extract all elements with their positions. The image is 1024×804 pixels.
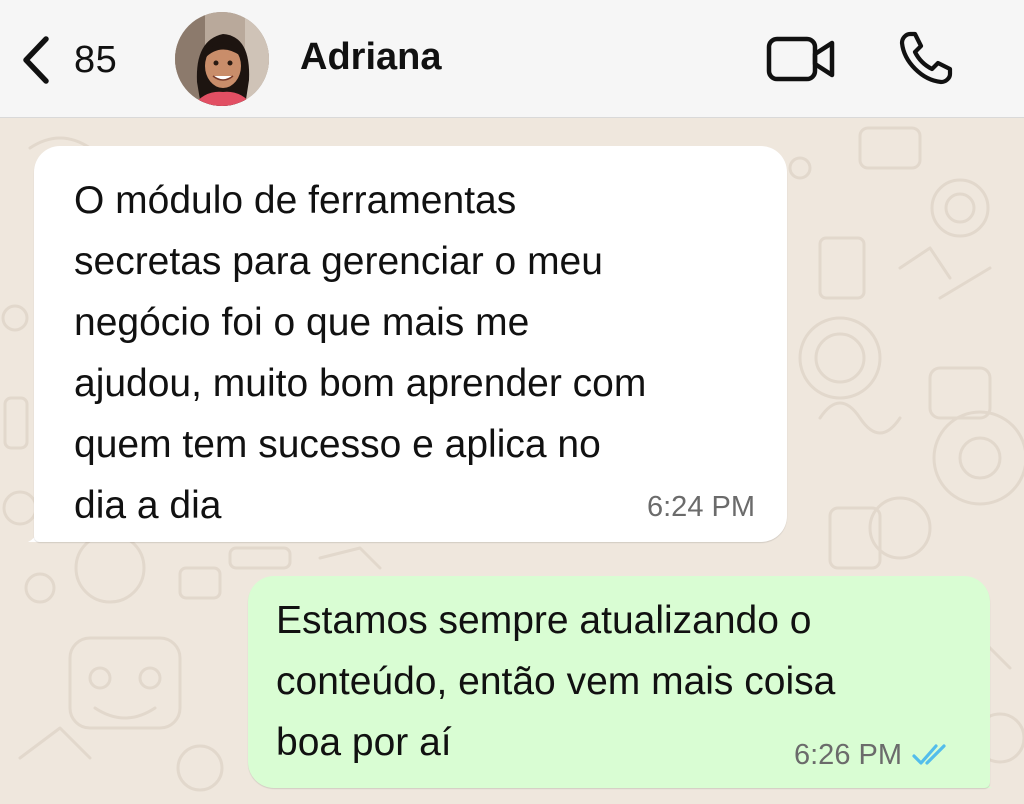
unread-count: 85 (74, 38, 118, 81)
double-check-read-icon (912, 744, 946, 765)
person-photo-icon (175, 12, 269, 106)
message-meta: 6:26 PM (794, 740, 952, 770)
phone-icon (896, 31, 956, 92)
video-call-button[interactable] (766, 34, 836, 84)
voice-call-button[interactable] (896, 28, 956, 88)
back-button[interactable]: 85 (18, 30, 117, 90)
contact-name[interactable]: Adriana (300, 36, 441, 79)
avatar[interactable] (175, 12, 269, 106)
message-timestamp: 6:26 PM (794, 739, 902, 771)
video-camera-icon (766, 36, 836, 88)
chevron-left-icon (18, 33, 52, 87)
message-timestamp: 6:24 PM (647, 491, 755, 523)
incoming-message[interactable]: O módulo de ferramentas secretas para ge… (34, 146, 787, 542)
outgoing-message[interactable]: Estamos sempre atualizando o conteúdo, e… (248, 576, 990, 788)
message-text: O módulo de ferramentas secretas para ge… (74, 179, 647, 527)
chat-header: 85 Adriana (0, 0, 1024, 118)
